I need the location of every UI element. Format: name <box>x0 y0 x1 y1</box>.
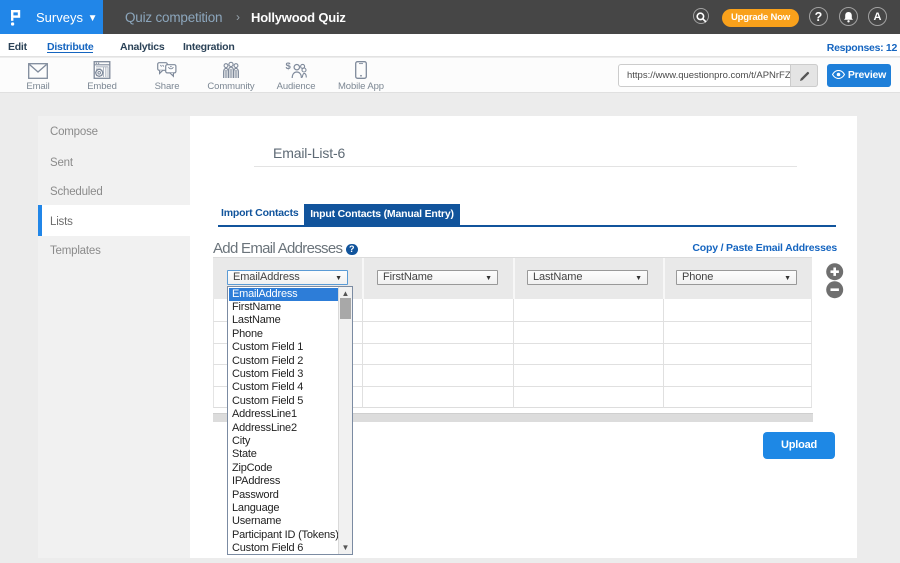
svg-text:$: $ <box>286 61 292 72</box>
